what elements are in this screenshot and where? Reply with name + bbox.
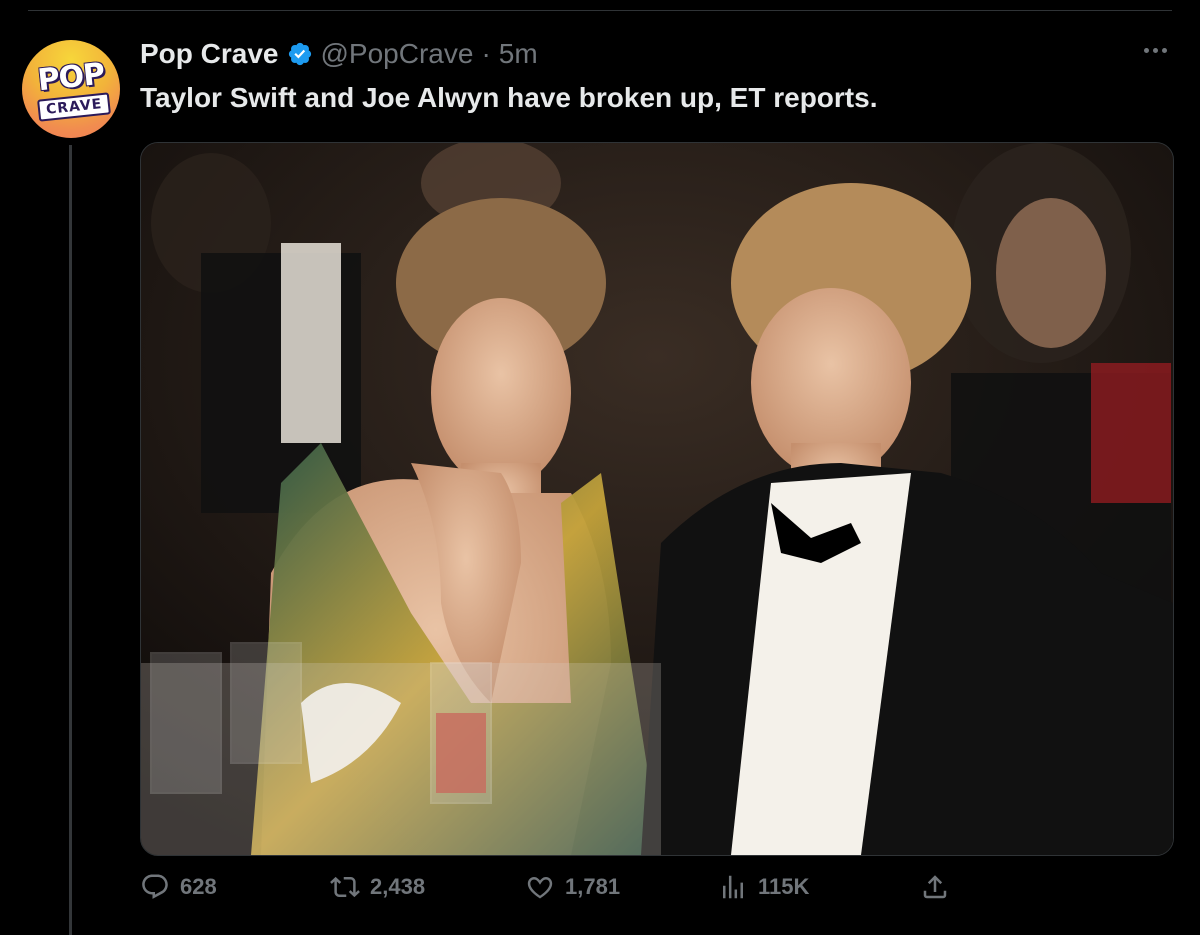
timestamp[interactable]: 5m — [499, 38, 538, 70]
top-divider — [28, 10, 1172, 11]
photo-illustration — [141, 143, 1173, 855]
tweet-header: Pop Crave @PopCrave · 5m — [140, 36, 538, 72]
thread-line — [69, 145, 72, 935]
retweet-action[interactable]: 2,438 — [330, 872, 425, 902]
share-action[interactable] — [920, 872, 950, 902]
separator: · — [481, 38, 491, 69]
views-action[interactable]: 115K — [718, 872, 809, 902]
retweet-count: 2,438 — [370, 874, 426, 899]
like-count: 1,781 — [565, 874, 621, 899]
action-bar: 628 2,438 1,781 115K — [140, 872, 1172, 908]
views-count: 115K — [758, 874, 810, 899]
display-name[interactable]: Pop Crave — [140, 38, 279, 70]
share-icon — [923, 875, 947, 899]
verified-badge-icon — [287, 41, 313, 67]
reply-icon — [142, 874, 168, 899]
tweet-photo[interactable] — [140, 142, 1174, 856]
handle[interactable]: @PopCrave — [321, 38, 474, 70]
views-icon — [723, 875, 743, 899]
like-action[interactable]: 1,781 — [525, 872, 620, 902]
avatar[interactable]: POP CRAVE — [22, 40, 120, 138]
tweet-text: Taylor Swift and Joe Alwyn have broken u… — [140, 82, 878, 113]
reply-action[interactable]: 628 — [140, 872, 217, 902]
reply-count: 628 — [180, 874, 217, 899]
like-icon — [527, 876, 553, 899]
more-icon[interactable] — [1140, 40, 1170, 60]
retweet-icon — [330, 876, 360, 898]
